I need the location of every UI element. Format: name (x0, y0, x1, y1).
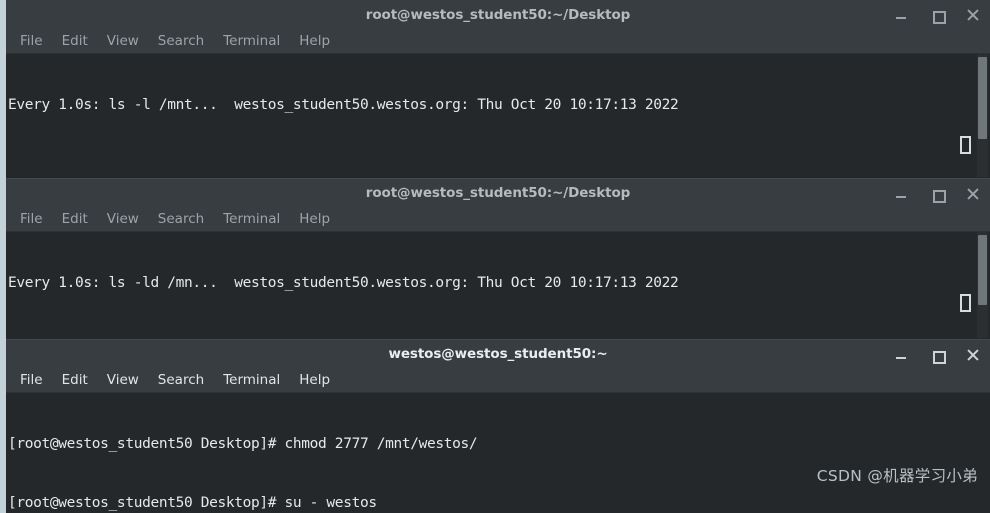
menu-item-edit[interactable]: Edit (62, 211, 88, 227)
terminal-output[interactable]: [root@westos_student50 Desktop]# chmod 2… (6, 393, 990, 512)
menu-item-view[interactable]: View (107, 372, 139, 388)
menubar: File Edit View Search Terminal Help (6, 368, 990, 393)
menu-item-terminal[interactable]: Terminal (223, 33, 280, 49)
window-title: westos@westos_student50:~ (388, 346, 608, 362)
menu-item-file[interactable]: File (20, 372, 43, 388)
terminal-line: Every 1.0s: ls -ld /mn... westos_student… (8, 275, 679, 291)
titlebar[interactable]: root@westos_student50:~/Desktop (6, 0, 990, 29)
terminal-scrollbar[interactable] (977, 54, 988, 177)
menu-item-help[interactable]: Help (299, 211, 330, 227)
menu-item-file[interactable]: File (20, 211, 43, 227)
window-controls (894, 179, 980, 208)
desktop: root@westos_student50:~/Desktop File Edi… (0, 0, 990, 513)
maximize-icon[interactable] (930, 8, 946, 24)
scrollbar-thumb[interactable] (978, 235, 987, 305)
menubar: File Edit View Search Terminal Help (6, 29, 990, 54)
menu-item-help[interactable]: Help (299, 33, 330, 49)
maximize-icon[interactable] (930, 348, 946, 364)
scrollbar-thumb[interactable] (978, 57, 987, 139)
terminal-window-watch-ls-ld[interactable]: root@westos_student50:~/Desktop File Edi… (6, 178, 990, 339)
menu-item-file[interactable]: File (20, 33, 43, 49)
titlebar[interactable]: westos@westos_student50:~ (6, 339, 990, 368)
menu-item-view[interactable]: View (107, 33, 139, 49)
menu-item-search[interactable]: Search (158, 372, 204, 388)
window-title: root@westos_student50:~/Desktop (365, 185, 631, 201)
menubar: File Edit View Search Terminal Help (6, 207, 990, 232)
close-icon[interactable] (966, 8, 980, 22)
window-controls (894, 340, 980, 369)
terminal-line: Every 1.0s: ls -l /mnt... westos_student… (8, 97, 679, 113)
titlebar[interactable]: root@westos_student50:~/Desktop (6, 178, 990, 207)
menu-item-search[interactable]: Search (158, 211, 204, 227)
menu-item-terminal[interactable]: Terminal (223, 211, 280, 227)
terminal-line: [root@westos_student50 Desktop]# chmod 2… (8, 436, 478, 452)
menu-item-search[interactable]: Search (158, 33, 204, 49)
minimize-icon[interactable] (894, 8, 908, 22)
window-title: root@westos_student50:~/Desktop (365, 6, 631, 23)
terminal-output[interactable]: Every 1.0s: ls -l /mnt... westos_student… (6, 54, 990, 177)
terminal-cursor (960, 136, 971, 154)
terminal-line: [root@westos_student50 Desktop]# su - we… (8, 494, 377, 511)
maximize-icon[interactable] (930, 187, 946, 203)
close-icon[interactable] (966, 348, 980, 362)
minimize-icon[interactable] (894, 187, 908, 201)
terminal-window-watch-ls-l[interactable]: root@westos_student50:~/Desktop File Edi… (6, 0, 990, 178)
terminal-window-shell-westos[interactable]: westos@westos_student50:~ File Edit View… (6, 339, 990, 513)
menu-item-edit[interactable]: Edit (62, 33, 88, 49)
terminal-cursor (960, 294, 971, 312)
window-controls (894, 0, 980, 29)
csdn-watermark: CSDN @机器学习小弟 (816, 467, 978, 485)
terminal-output[interactable]: Every 1.0s: ls -ld /mn... westos_student… (6, 232, 990, 338)
close-icon[interactable] (966, 187, 980, 201)
minimize-icon[interactable] (894, 348, 908, 362)
menu-item-view[interactable]: View (107, 211, 139, 227)
menu-item-help[interactable]: Help (299, 372, 330, 388)
menu-item-terminal[interactable]: Terminal (223, 372, 280, 388)
menu-item-edit[interactable]: Edit (62, 372, 88, 388)
terminal-scrollbar[interactable] (977, 232, 988, 338)
